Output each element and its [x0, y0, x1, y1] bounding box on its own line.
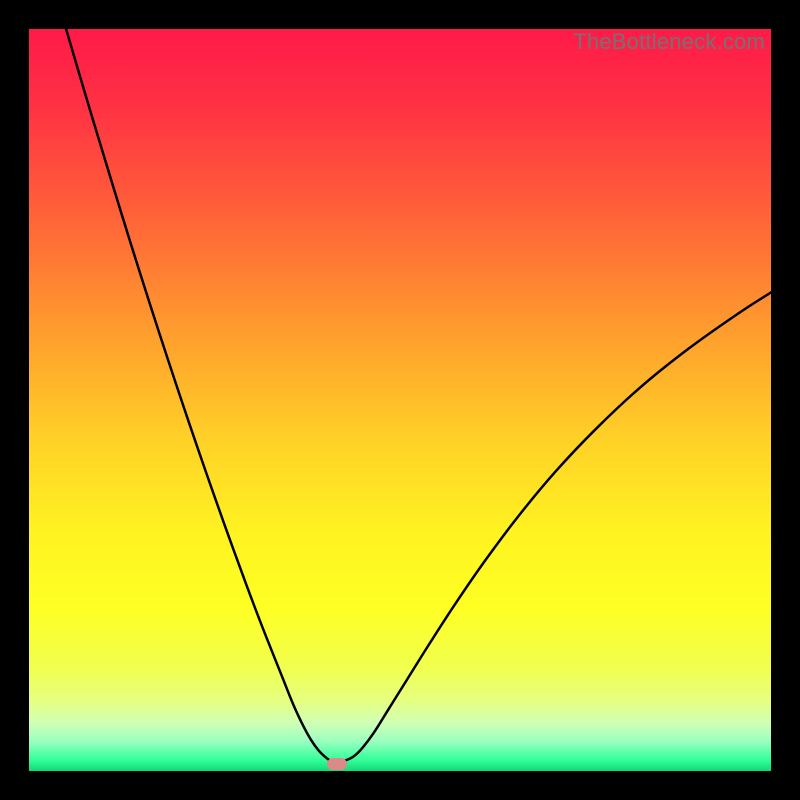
bottleneck-curve: [29, 29, 771, 771]
plot-area: TheBottleneck.com: [29, 29, 771, 771]
chart-frame: TheBottleneck.com: [0, 0, 800, 800]
optimal-point-marker: [327, 758, 347, 770]
